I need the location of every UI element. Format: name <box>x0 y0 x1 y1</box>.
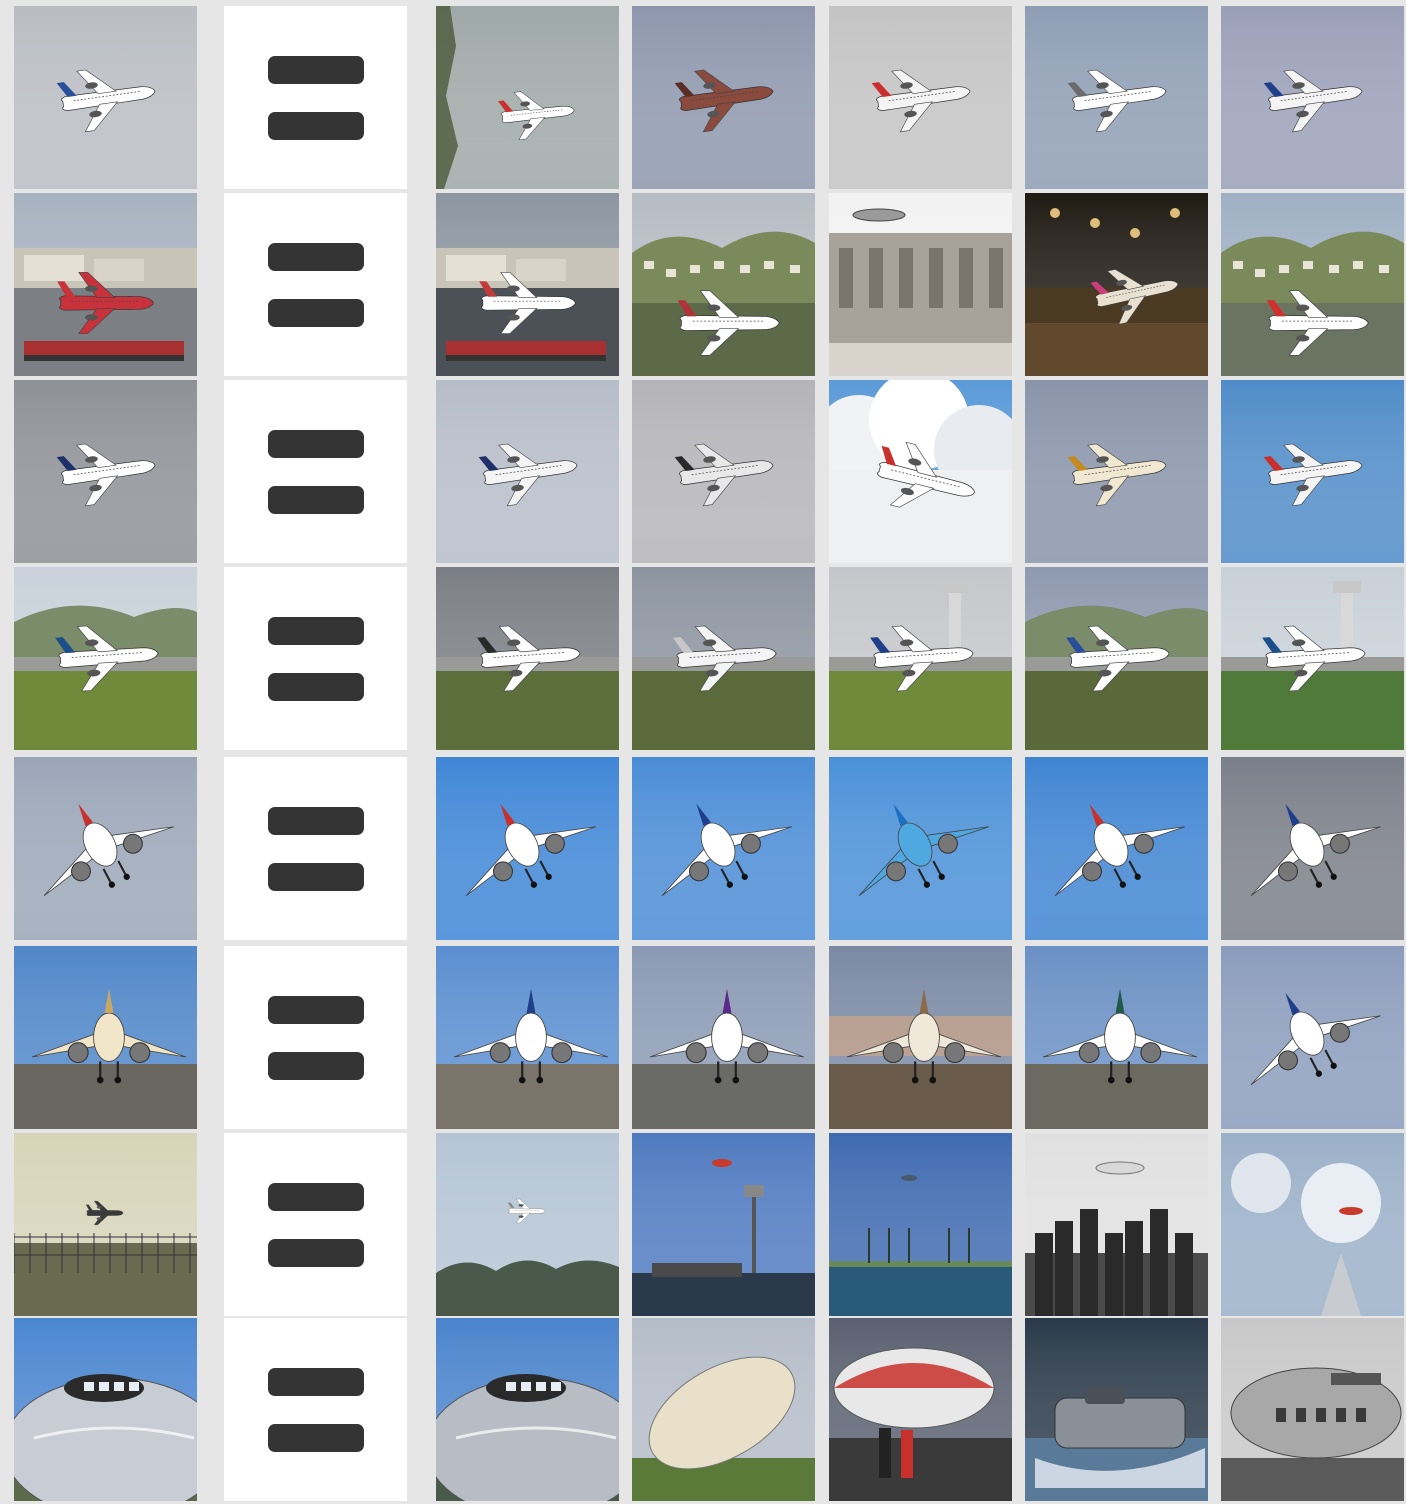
result-image-2 <box>632 380 815 563</box>
query-image <box>14 1133 197 1316</box>
query-image <box>14 567 197 750</box>
equals-icon <box>224 193 407 376</box>
result-image-4 <box>1025 567 1208 750</box>
equals-bar-top <box>267 1367 364 1396</box>
equals-icon <box>224 1318 407 1501</box>
equals-bar-top <box>267 806 364 835</box>
equals-icon <box>224 6 407 189</box>
image-retrieval-grid <box>0 0 1406 1504</box>
result-image-2 <box>632 6 815 189</box>
result-image-4 <box>1025 946 1208 1129</box>
equals-icon <box>224 757 407 940</box>
equals-bar-top <box>267 242 364 271</box>
equals-bar-bottom <box>267 111 364 140</box>
result-image-4 <box>1025 757 1208 940</box>
equals-bar-top <box>267 55 364 84</box>
result-image-3 <box>829 6 1012 189</box>
row-7-distant-aircraft <box>0 1133 1406 1316</box>
result-image-1 <box>436 567 619 750</box>
result-image-5 <box>1221 757 1404 940</box>
equals-bar-bottom <box>267 672 364 701</box>
result-image-2 <box>632 567 815 750</box>
equals-icon <box>224 380 407 563</box>
equals-bar-bottom <box>267 862 364 891</box>
result-image-3 <box>829 946 1012 1129</box>
result-image-5 <box>1221 1133 1404 1316</box>
query-image <box>14 6 197 189</box>
result-image-3 <box>829 193 1012 376</box>
result-image-5 <box>1221 6 1404 189</box>
result-image-2 <box>632 1318 815 1501</box>
row-8-closeups <box>0 1318 1406 1501</box>
result-image-2 <box>632 757 815 940</box>
equals-bar-top <box>267 995 364 1024</box>
result-image-4 <box>1025 1133 1208 1316</box>
query-image <box>14 946 197 1129</box>
query-image <box>14 1318 197 1501</box>
result-image-1 <box>436 1318 619 1501</box>
result-image-3 <box>829 757 1012 940</box>
equals-bar-bottom <box>267 1238 364 1267</box>
result-image-4 <box>1025 380 1208 563</box>
result-image-5 <box>1221 1318 1404 1501</box>
query-image <box>14 757 197 940</box>
result-image-1 <box>436 193 619 376</box>
result-image-4 <box>1025 6 1208 189</box>
result-image-2 <box>632 193 815 376</box>
result-image-1 <box>436 946 619 1129</box>
row-5-planes-climbing <box>0 757 1406 940</box>
result-image-5 <box>1221 380 1404 563</box>
result-image-3 <box>829 1133 1012 1316</box>
row-1-airliners-in-sky <box>0 6 1406 189</box>
result-image-1 <box>436 1133 619 1316</box>
result-image-3 <box>829 380 1012 563</box>
equals-bar-top <box>267 429 364 458</box>
query-image <box>14 380 197 563</box>
result-image-5 <box>1221 193 1404 376</box>
equals-bar-bottom <box>267 485 364 514</box>
row-4-planes-on-runway <box>0 567 1406 750</box>
equals-bar-bottom <box>267 1423 364 1452</box>
result-image-1 <box>436 6 619 189</box>
result-image-5 <box>1221 946 1404 1129</box>
query-image <box>14 193 197 376</box>
result-image-4 <box>1025 1318 1208 1501</box>
result-image-4 <box>1025 193 1208 376</box>
result-image-1 <box>436 380 619 563</box>
equals-icon <box>224 1133 407 1316</box>
equals-bar-top <box>267 616 364 645</box>
row-6-planes-parked <box>0 946 1406 1129</box>
result-image-2 <box>632 1133 815 1316</box>
row-2-airport-scenes <box>0 193 1406 376</box>
result-image-1 <box>436 757 619 940</box>
equals-icon <box>224 946 407 1129</box>
row-3-planes-banking <box>0 380 1406 563</box>
equals-bar-bottom <box>267 1051 364 1080</box>
equals-icon <box>224 567 407 750</box>
result-image-3 <box>829 1318 1012 1501</box>
equals-bar-bottom <box>267 298 364 327</box>
result-image-5 <box>1221 567 1404 750</box>
result-image-2 <box>632 946 815 1129</box>
equals-bar-top <box>267 1182 364 1211</box>
result-image-3 <box>829 567 1012 750</box>
